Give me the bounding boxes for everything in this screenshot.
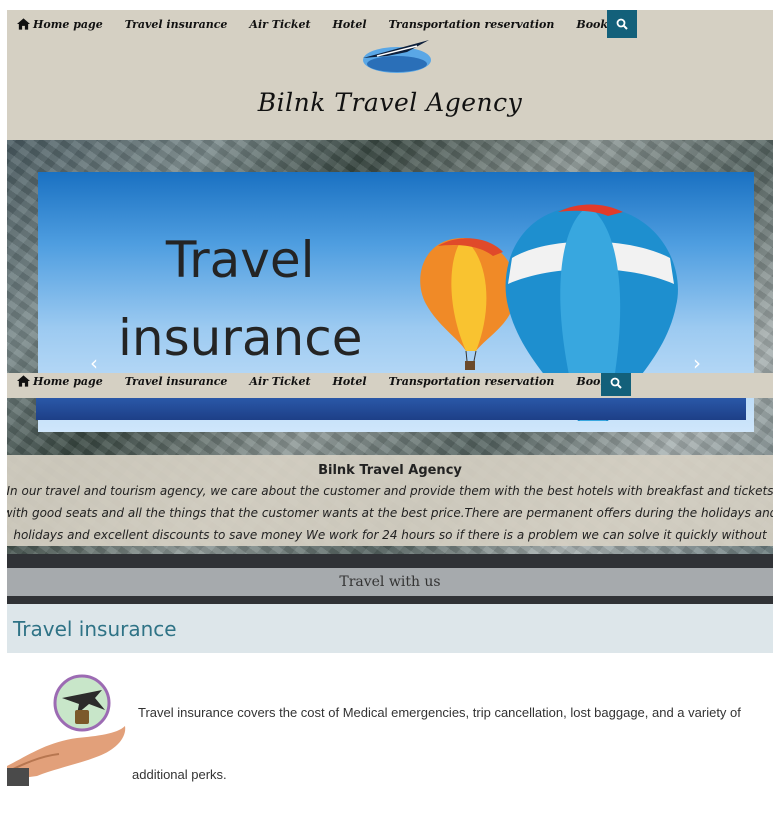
chevron-right-icon: ›	[693, 351, 701, 375]
slide-title-line1: Travel	[165, 231, 315, 289]
sticky-nav-transportation-label: Transportation reservation	[388, 374, 555, 388]
nav-air-ticket[interactable]: Air Ticket	[249, 18, 310, 31]
sticky-nav-travel-insurance[interactable]: Travel insurance	[125, 375, 228, 388]
main-nav: Home page Travel insurance Air Ticket Ho…	[17, 10, 628, 38]
nav-transportation-label: Transportation reservation	[388, 17, 555, 31]
nav-travel-insurance[interactable]: Travel insurance	[125, 18, 228, 31]
search-icon	[610, 377, 622, 389]
sticky-nav-hotel-label: Hotel	[332, 374, 367, 388]
search-button[interactable]	[607, 10, 637, 38]
nav-transportation[interactable]: Transportation reservation	[389, 18, 555, 31]
plane-logo-icon	[363, 40, 431, 73]
sticky-nav-hotel[interactable]: Hotel	[333, 375, 367, 388]
nav-air-ticket-label: Air Ticket	[249, 17, 311, 31]
section-description-line2: additional perks.	[132, 767, 227, 782]
page: Home page Travel insurance Air Ticket Ho…	[7, 0, 773, 825]
insurance-hand-icon	[7, 674, 126, 786]
carousel-prev-button[interactable]: ‹	[84, 352, 104, 374]
about-section: Bilnk Travel Agency In our travel and to…	[7, 455, 773, 546]
sticky-nav: Home page Travel insurance Air Ticket Ho…	[17, 373, 628, 395]
section-description-line1: Travel insurance covers the cost of Medi…	[138, 705, 741, 720]
about-title: Bilnk Travel Agency	[318, 463, 462, 478]
sticky-search-button[interactable]	[601, 373, 631, 396]
carousel-next-button[interactable]: ›	[687, 352, 707, 374]
nav-travel-insurance-label: Travel insurance	[124, 17, 228, 31]
site-header: Home page Travel insurance Air Ticket Ho…	[7, 10, 773, 140]
sticky-nav-transportation[interactable]: Transportation reservation	[389, 375, 555, 388]
nav-home[interactable]: Home page	[17, 18, 103, 31]
section-title: Travel insurance	[13, 617, 177, 641]
divider-bar-bottom	[7, 596, 773, 604]
slide-title: Travel insurance	[118, 222, 362, 377]
search-icon	[616, 18, 628, 30]
about-text: In our travel and tourism agency, we car…	[7, 484, 773, 542]
home-icon	[17, 375, 30, 387]
sticky-nav-travel-insurance-label: Travel insurance	[124, 374, 228, 388]
home-icon	[17, 18, 30, 30]
nav-home-label: Home page	[33, 17, 103, 31]
sticky-nav-air-ticket[interactable]: Air Ticket	[249, 375, 310, 388]
chevron-left-icon: ‹	[90, 351, 98, 375]
slide-title-line2: insurance	[118, 308, 363, 367]
sticky-nav-home-label: Home page	[33, 374, 103, 388]
nav-hotel[interactable]: Hotel	[333, 18, 367, 31]
slide-bottom-strip	[36, 398, 746, 420]
brand-name: Bilnk Travel Agency	[257, 88, 523, 117]
section-header: Travel insurance	[7, 604, 773, 653]
travel-with-us-banner: Travel with us	[7, 568, 773, 596]
sticky-nav-home[interactable]: Home page	[17, 375, 103, 388]
nav-hotel-label: Hotel	[332, 17, 367, 31]
divider-bar-top	[7, 554, 773, 568]
sticky-nav-bar: Home page Travel insurance Air Ticket Ho…	[7, 373, 773, 398]
sticky-nav-air-ticket-label: Air Ticket	[249, 374, 311, 388]
